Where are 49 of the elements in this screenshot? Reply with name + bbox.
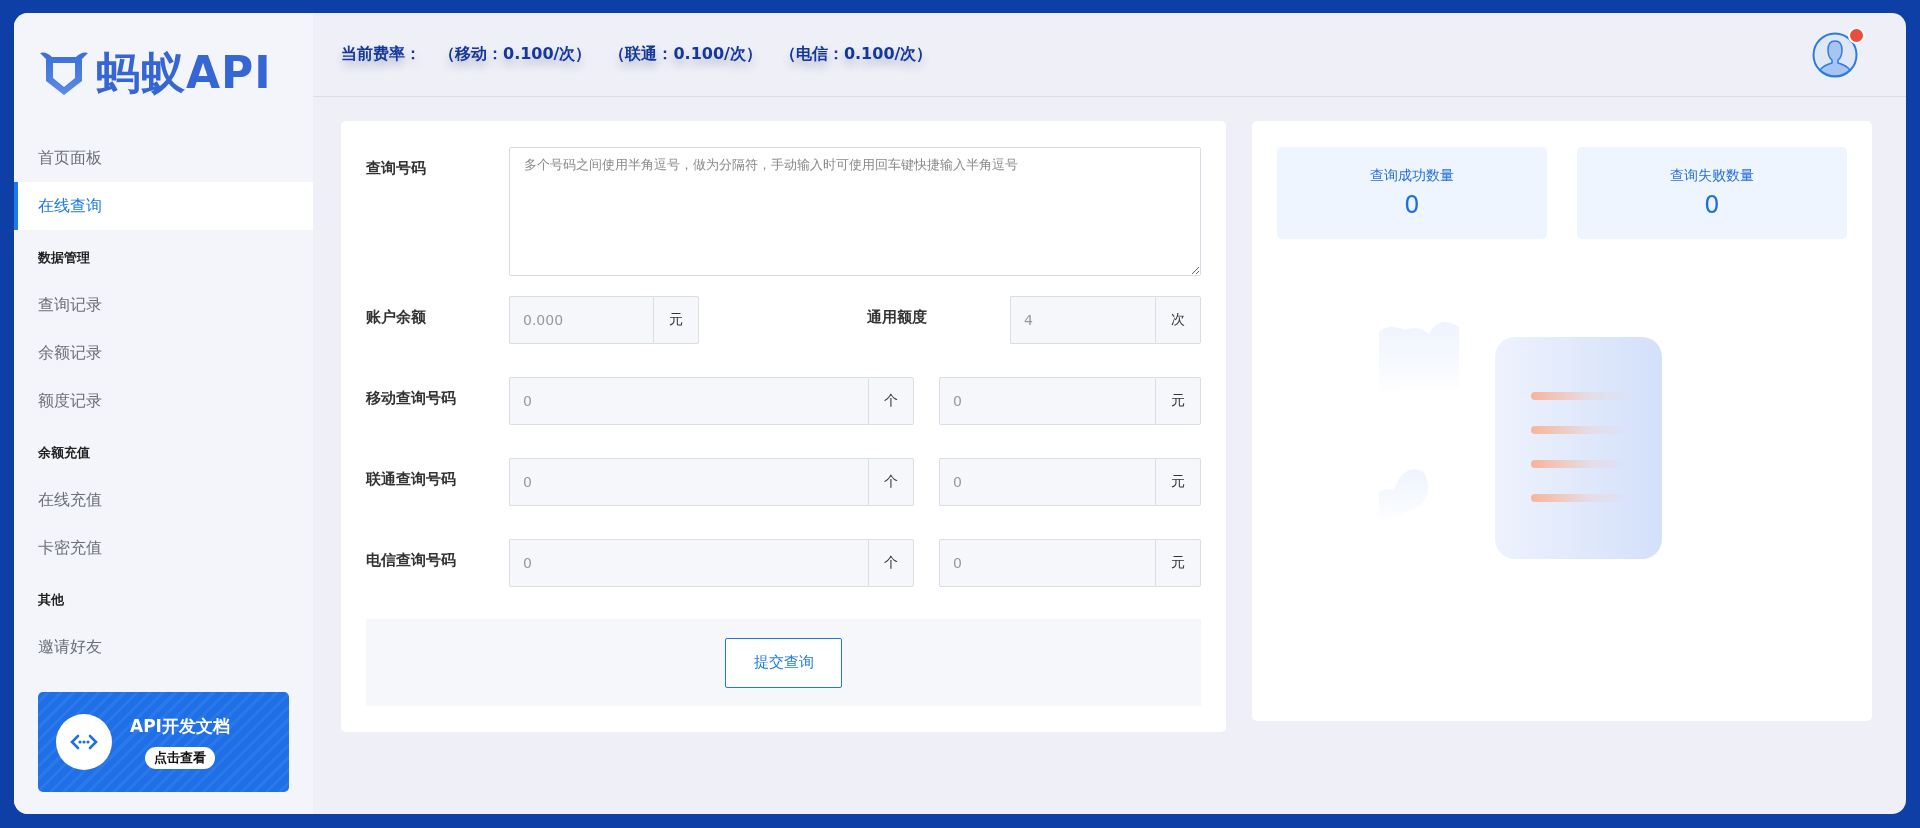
unit-label: 个 bbox=[868, 539, 914, 587]
balance-field[interactable]: 0.000 bbox=[509, 296, 653, 344]
code-icon bbox=[56, 714, 112, 770]
field-label: 账户余额 bbox=[366, 307, 427, 327]
count-field[interactable]: 0 bbox=[509, 539, 868, 587]
sidebar-section-title: 数据管理 bbox=[37, 249, 91, 267]
field-label: 移动查询号码 bbox=[366, 388, 457, 408]
count-field[interactable]: 0 bbox=[509, 377, 868, 425]
stat-label: 查询失败数量 bbox=[1670, 167, 1754, 185]
cost-field[interactable]: 0 bbox=[939, 458, 1155, 506]
api-docs-card[interactable]: API开发文档 点击查看 bbox=[38, 692, 289, 792]
field-label: 电信查询号码 bbox=[366, 550, 457, 570]
sidebar-item[interactable]: 首页面板 bbox=[14, 134, 313, 182]
unit-label: 个 bbox=[868, 458, 914, 506]
sidebar-section-title: 其他 bbox=[37, 591, 65, 609]
rate-text: （电信：0.100/次） bbox=[779, 44, 933, 65]
field-label: 通用额度 bbox=[867, 307, 928, 327]
field-label: 联通查询号码 bbox=[366, 469, 457, 489]
stat-value: 0 bbox=[1404, 191, 1420, 219]
cost-field[interactable]: 0 bbox=[939, 377, 1155, 425]
rate-text: （移动：0.100/次） bbox=[439, 44, 592, 65]
unit-label: 元 bbox=[653, 296, 699, 344]
brand-name: 蚂蚁API bbox=[96, 46, 272, 100]
unit-label: 元 bbox=[1155, 458, 1201, 506]
sidebar-item[interactable]: 在线查询 bbox=[14, 182, 313, 230]
rate-label: 当前费率： bbox=[341, 44, 421, 65]
unit-label: 个 bbox=[868, 377, 914, 425]
count-field[interactable]: 0 bbox=[509, 458, 868, 506]
unit-label: 次 bbox=[1155, 296, 1201, 344]
stat-value: 0 bbox=[1704, 191, 1720, 219]
sidebar-item[interactable]: 余额记录 bbox=[14, 329, 313, 377]
rate-text: （联通：0.100/次） bbox=[609, 44, 762, 65]
user-avatar[interactable] bbox=[1812, 31, 1858, 78]
stat-label: 查询成功数量 bbox=[1370, 167, 1454, 185]
cost-field[interactable]: 0 bbox=[939, 539, 1155, 587]
sidebar-item[interactable]: 卡密充值 bbox=[14, 524, 313, 572]
field-label: 查询号码 bbox=[366, 158, 427, 178]
sidebar-section-title: 余额充值 bbox=[37, 444, 91, 462]
unit-label: 元 bbox=[1155, 539, 1201, 587]
phone-numbers-textarea[interactable]: 多个号码之间使用半角逗号，做为分隔符，手动输入时可使用回车键快捷输入半角逗号 bbox=[509, 147, 1201, 276]
view-button[interactable]: 点击查看 bbox=[144, 747, 215, 769]
sidebar-item[interactable]: 在线充值 bbox=[14, 476, 313, 524]
submit-button[interactable]: 提交查询 bbox=[725, 637, 842, 688]
sidebar-item[interactable]: 邀请好友 bbox=[14, 623, 313, 671]
sidebar-item[interactable]: 额度记录 bbox=[14, 377, 313, 425]
quota-field[interactable]: 4 bbox=[1010, 296, 1155, 344]
promo-title: API开发文档 bbox=[130, 715, 230, 738]
sidebar-item[interactable]: 查询记录 bbox=[14, 281, 313, 329]
unit-label: 元 bbox=[1155, 377, 1201, 425]
